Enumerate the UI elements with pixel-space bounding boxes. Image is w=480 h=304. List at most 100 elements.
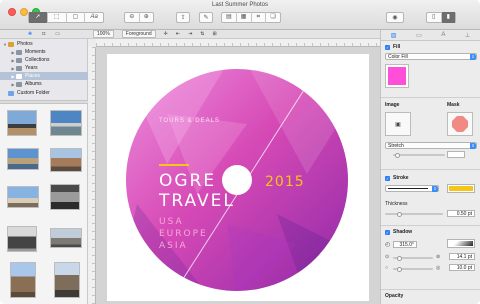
image-mode-value: Stretch	[388, 143, 404, 149]
slider-knob[interactable]	[397, 211, 402, 217]
fill-checkbox[interactable]: ✓	[385, 45, 390, 50]
preview-button[interactable]: ◉	[386, 12, 404, 23]
move-icon[interactable]: ✛	[164, 31, 168, 37]
photo-thumbnail[interactable]	[10, 262, 36, 298]
photo-thumbnail[interactable]	[50, 148, 82, 172]
zoom-in-icon[interactable]: ⊕	[140, 12, 154, 23]
offset-icon: ⊙	[385, 254, 390, 260]
distribute-icon[interactable]: ⇥	[188, 31, 192, 37]
crop-icon[interactable]: ⌗	[252, 12, 267, 23]
rectangle-tool-icon[interactable]: ⬚	[48, 12, 67, 23]
sidebar-item-moments[interactable]: ▶ Moments	[0, 48, 88, 56]
photo-thumbnail[interactable]	[54, 262, 80, 298]
zoom-popup[interactable]: 100%	[93, 30, 114, 38]
shadow-angle-field[interactable]: 315.0°	[393, 241, 417, 248]
fill-color-well[interactable]	[385, 64, 409, 88]
slider-knob[interactable]	[397, 255, 402, 261]
photo-thumbnail[interactable]	[7, 110, 37, 136]
photo-thumbnail[interactable]	[50, 184, 80, 210]
group-icon[interactable]: ❏	[266, 12, 280, 23]
shadow-blur-field[interactable]: 10.0 pt	[449, 264, 475, 271]
cd-artwork[interactable]: TOURS & DEALS OGRE TRAVEL 2015 USA EUROP…	[107, 54, 369, 301]
slider-knob[interactable]	[397, 266, 402, 272]
text-tool-icon[interactable]: Aa	[85, 12, 103, 23]
photo-thumbnail[interactable]	[7, 226, 37, 252]
popup-arrow-icon: ⇕	[470, 54, 476, 60]
camera-tab-icon[interactable]: ◘	[42, 31, 45, 37]
lock-icon[interactable]: ⊞	[212, 31, 216, 37]
photo-thumbnail[interactable]	[50, 228, 82, 248]
mask-well[interactable]	[447, 112, 473, 136]
metrics-tab-icon[interactable]: ⊥	[465, 32, 470, 39]
sidebar-item-photos[interactable]: ▼ Photos	[0, 40, 88, 48]
fill-type-popup[interactable]: Color Fill ⇕	[385, 53, 477, 60]
title-line-2[interactable]: TRAVEL	[158, 191, 235, 211]
close-window-button[interactable]	[8, 8, 16, 16]
brush-button[interactable]: ✎	[199, 12, 213, 23]
place-europe[interactable]: EUROPE	[159, 229, 208, 239]
sidebar-item-label: Custom Folder	[17, 90, 50, 96]
sidebar-item-years[interactable]: ▶ Years	[0, 64, 88, 72]
shadow-blur-slider[interactable]	[393, 266, 433, 272]
place-usa[interactable]: USA	[159, 217, 184, 227]
fill-label: Fill	[393, 44, 401, 50]
photo-thumbnail[interactable]	[7, 186, 39, 208]
angle-dial-icon[interactable]: ◴	[385, 241, 390, 248]
shadow-section: ✓ Shadow ◴ 315.0° ⊙ ⊚ 14.1 pt ○ ◎ 10.0 p…	[381, 225, 480, 289]
sidebar-item-custom-folder[interactable]: Custom Folder	[0, 89, 88, 97]
square-tool-icon[interactable]: ▢	[67, 12, 86, 23]
year-text[interactable]: 2015	[265, 174, 305, 190]
text-tab-icon[interactable]: A	[441, 32, 445, 38]
albums-icon	[16, 81, 22, 87]
shadow-color-well[interactable]	[447, 239, 475, 248]
style-tab-icon[interactable]: ▨	[391, 32, 397, 39]
photo-thumbnail[interactable]	[7, 148, 39, 170]
title-line-1[interactable]: OGRE	[159, 171, 216, 191]
stroke-color-well[interactable]	[447, 184, 475, 193]
page-tab-icon[interactable]: ▭	[416, 32, 422, 39]
app-window: Last Summer Photos ➚ ⬚ ▢ Aa ⊖ ⊕ ⇪ ✎ ▤ ▦ …	[0, 0, 480, 304]
kicker-text[interactable]: TOURS & DEALS	[159, 118, 220, 124]
share-button[interactable]: ⇪	[176, 12, 190, 23]
place-asia[interactable]: ASIA	[159, 241, 188, 251]
slider-knob[interactable]	[395, 152, 400, 158]
canvas[interactable]: TOURS & DEALS OGRE TRAVEL 2015 USA EUROP…	[96, 47, 380, 304]
arrange-segment: ▤ ▦ ⌗ ❏	[221, 12, 281, 23]
align-icon[interactable]: ⇤	[176, 31, 180, 37]
sidebar-item-albums[interactable]: ▶ Albums	[0, 80, 88, 88]
image-label: Image	[385, 102, 400, 108]
photos-library-icon	[8, 41, 14, 47]
zoom-out-icon[interactable]: ⊖	[125, 12, 140, 23]
layer-popup[interactable]: Foreground	[121, 30, 156, 38]
stroke-checkbox[interactable]: ✓	[385, 176, 390, 181]
shadow-offset-field[interactable]: 14.1 pt	[449, 253, 475, 260]
flip-icon[interactable]: ⇅	[200, 31, 204, 37]
photo-thumbnail[interactable]	[50, 110, 82, 136]
opacity-section: Opacity	[381, 289, 480, 304]
image-opacity-slider[interactable]	[393, 152, 445, 158]
artboard[interactable]: TOURS & DEALS OGRE TRAVEL 2015 USA EUROP…	[107, 54, 369, 301]
layers-icon[interactable]: ▤	[222, 12, 237, 23]
shadow-offset-slider[interactable]	[393, 255, 433, 261]
image-well[interactable]: ▣	[385, 112, 411, 136]
shadow-checkbox[interactable]: ✓	[385, 230, 390, 235]
image-tint-well[interactable]	[447, 151, 465, 158]
sidebar-item-label: Collections	[25, 57, 50, 63]
photos-tab-icon[interactable]: ❀	[28, 31, 32, 37]
image-mode-popup[interactable]: Stretch ⇕	[385, 142, 477, 149]
left-panel-icon[interactable]: ▯	[427, 12, 442, 23]
opacity-label: Opacity	[385, 293, 404, 299]
minimize-window-button[interactable]	[20, 8, 28, 16]
fill-color-swatch	[388, 67, 406, 85]
folder-tab-icon[interactable]: ▭	[55, 31, 60, 37]
sidebar-item-places[interactable]: ▶ Places	[0, 72, 88, 80]
sidebar-item-collections[interactable]: ▶ Collections	[0, 56, 88, 64]
stroke-style-line	[388, 188, 428, 190]
right-panel-icon[interactable]: ▮	[441, 12, 455, 23]
grid-icon[interactable]: ▦	[237, 12, 252, 23]
thickness-field[interactable]: 0.50 pt	[447, 210, 475, 217]
pointer-tool-icon[interactable]: ➚	[29, 12, 48, 23]
thickness-slider[interactable]	[385, 211, 443, 217]
stroke-style-popup[interactable]: ⇕	[385, 185, 439, 192]
sidebar-item-label: Moments	[25, 49, 46, 55]
